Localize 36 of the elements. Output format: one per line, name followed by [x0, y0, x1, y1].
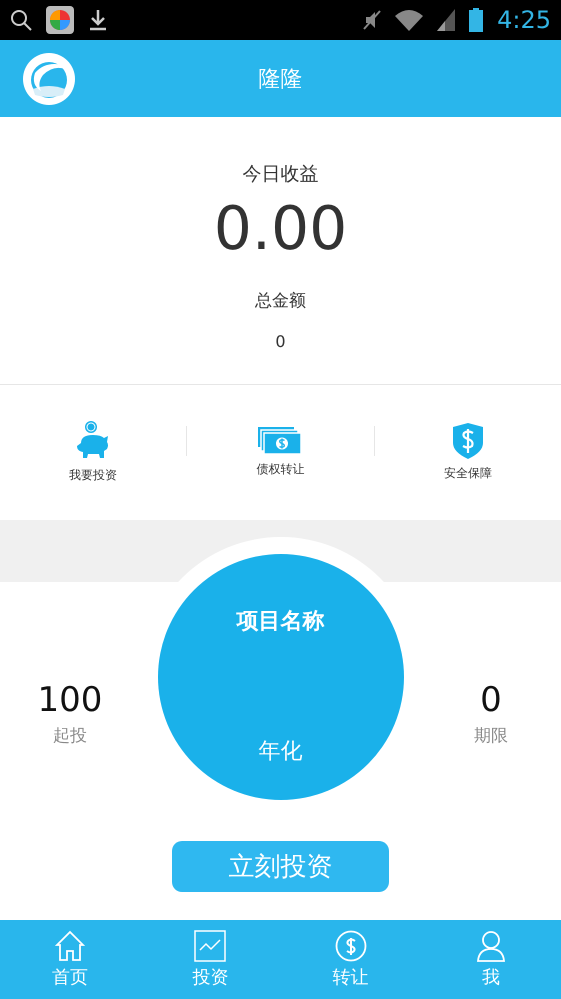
mute-icon — [363, 9, 382, 31]
shortcut-label[interactable]: 我要投资 — [69, 467, 118, 484]
shortcut-label[interactable]: 安全保障 — [444, 465, 492, 482]
app-icon — [46, 6, 74, 34]
shield-icon — [452, 423, 484, 459]
dollar-icon — [334, 930, 367, 962]
annual-rate-label: 年化 — [258, 738, 302, 766]
nav-tab[interactable]: 首页 — [0, 920, 140, 999]
min-investment-value: 100 — [38, 680, 102, 720]
nav-tab[interactable]: 转让 — [280, 920, 421, 999]
invest-now-button[interactable]: 立刻投资 — [172, 841, 389, 892]
shortcut-label[interactable]: 债权转让 — [256, 461, 304, 478]
project-name: 项目名称 — [236, 608, 324, 636]
person-icon — [474, 930, 507, 962]
piggy-bank-icon — [76, 421, 110, 461]
today-earnings-label: 今日收益 — [242, 162, 318, 187]
app-title: 隆隆 — [258, 66, 302, 94]
battery-icon — [469, 8, 484, 32]
today-earnings-value: 0.00 — [214, 199, 348, 259]
signal-icon — [437, 9, 456, 31]
dolphin-logo — [23, 53, 75, 105]
search-icon — [10, 9, 32, 31]
nav-tab[interactable]: 投资 — [140, 920, 280, 999]
term-label: 期限 — [474, 725, 508, 747]
min-investment-label: 起投 — [53, 725, 87, 747]
total-amount-label: 总金额 — [255, 290, 306, 312]
clock-time: 4:25 — [497, 6, 551, 34]
home-icon — [55, 930, 86, 962]
chart-icon — [194, 930, 226, 962]
wifi-icon — [395, 9, 424, 31]
nav-tab[interactable]: 我 — [420, 920, 561, 999]
download-icon — [88, 9, 108, 31]
project-circle[interactable]: 项目名称 年化 — [158, 554, 404, 800]
total-amount-value: 0 — [275, 332, 286, 351]
banknotes-icon — [258, 427, 302, 455]
term-value: 0 — [480, 680, 502, 720]
